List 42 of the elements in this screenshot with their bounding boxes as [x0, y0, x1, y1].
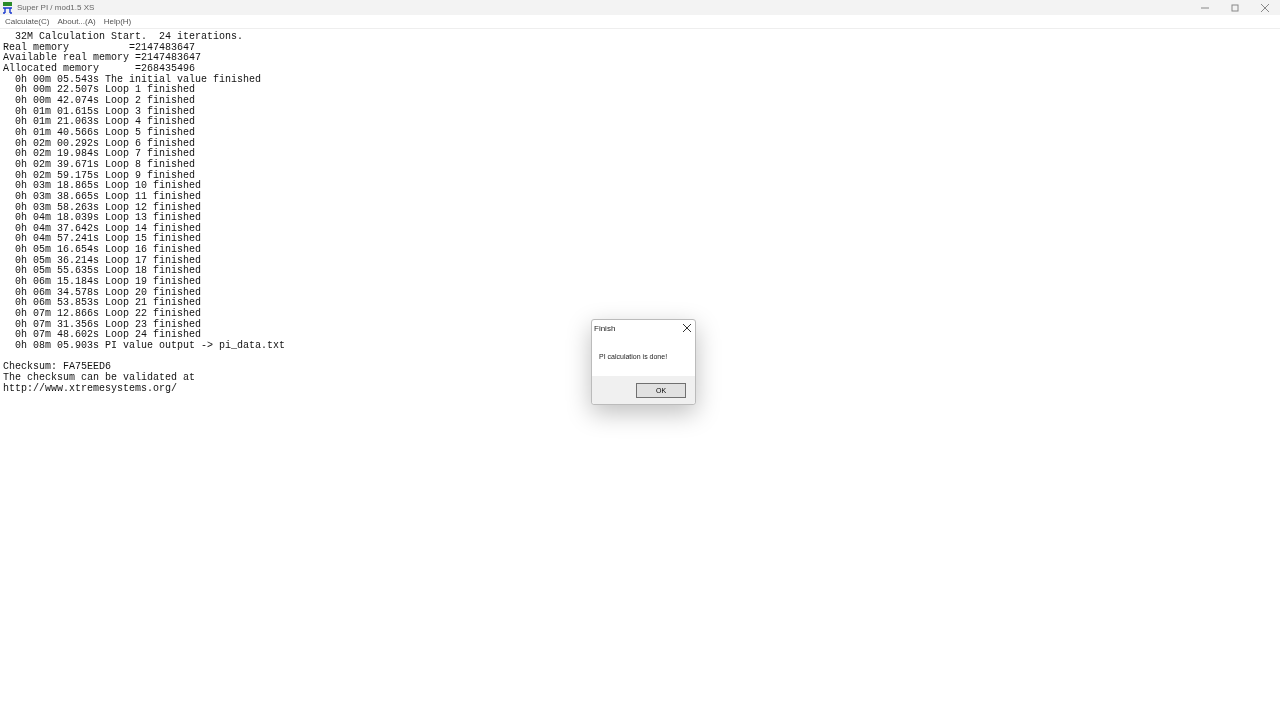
log-line: 0h 05m 55.635s Loop 18 finished — [14, 266, 202, 277]
log-line: 0h 04m 37.642s Loop 14 finished — [14, 223, 202, 234]
checksum-line: http://www.xtremesystems.org/ — [3, 383, 178, 395]
log-line: Available real memory =2147483647 — [3, 53, 202, 64]
log-line: 32M Calculation Start. 24 iterations. — [14, 32, 244, 42]
log-line: 0h 02m 00.292s Loop 6 finished — [14, 138, 196, 149]
log-line: 0h 02m 39.671s Loop 8 finished — [14, 159, 196, 170]
window-title: Super PI / mod1.5 XS — [17, 3, 96, 12]
checksum-line: The checksum can be validated at — [3, 373, 196, 383]
log-line: 0h 01m 01.615s Loop 3 finished — [14, 106, 196, 117]
menu-item[interactable]: Help(H) — [103, 17, 132, 26]
log-line: 0h 07m 31.356s Loop 23 finished — [14, 319, 202, 330]
log-line: 0h 03m 58.263s Loop 12 finished — [14, 202, 202, 213]
log-line: 0h 01m 40.566s Loop 5 finished — [14, 127, 196, 138]
checksum-line: Checksum: FA75EED6 — [3, 362, 112, 373]
log-line: 0h 04m 57.241s Loop 15 finished — [14, 234, 202, 245]
log-line: 0h 02m 19.984s Loop 7 finished — [14, 149, 196, 160]
log-line: 0h 06m 15.184s Loop 19 finished — [14, 277, 202, 288]
log-line: Real memory =2147483647 — [3, 42, 196, 53]
log-line: 0h 01m 21.063s Loop 4 finished — [14, 117, 196, 128]
log-line: 0h 05m 16.654s Loop 16 finished — [14, 245, 202, 256]
log-line: 0h 00m 22.507s Loop 1 finished — [14, 85, 196, 96]
dialog-title: Finish — [594, 323, 617, 333]
log-line: 0h 05m 36.214s Loop 17 finished — [14, 255, 202, 266]
log-line: 0h 00m 05.543s The initial value finished — [14, 74, 262, 85]
log-line: 0h 00m 42.074s Loop 2 finished — [14, 95, 196, 106]
log-line: 0h 07m 48.602s Loop 24 finished — [14, 330, 202, 341]
log-line: 0h 04m 18.039s Loop 13 finished — [14, 213, 202, 224]
log-line: 0h 03m 38.665s Loop 11 finished — [14, 191, 202, 202]
log-line: 0h 06m 34.578s Loop 20 finished — [14, 287, 202, 298]
log-line: 0h 08m 05.903s PI value output -> pi_data.txt — [14, 341, 286, 352]
menu-item[interactable]: Calculate(C) — [5, 17, 50, 26]
log-line: 0h 03m 18.865s Loop 10 finished — [14, 181, 202, 192]
menu-item[interactable]: About...(A) — [57, 17, 96, 26]
log-line: 0h 06m 53.853s Loop 21 finished — [14, 298, 202, 309]
close-icon — [1261, 3, 1269, 12]
log-line: 0h 07m 12.866s Loop 22 finished — [14, 309, 202, 320]
close-icon — [683, 324, 691, 332]
app-icon — [2, 1, 13, 14]
log-line: Allocated memory =268435496 — [3, 63, 196, 74]
log-line: 0h 02m 59.175s Loop 9 finished — [14, 170, 196, 181]
restore-icon — [1231, 3, 1239, 12]
